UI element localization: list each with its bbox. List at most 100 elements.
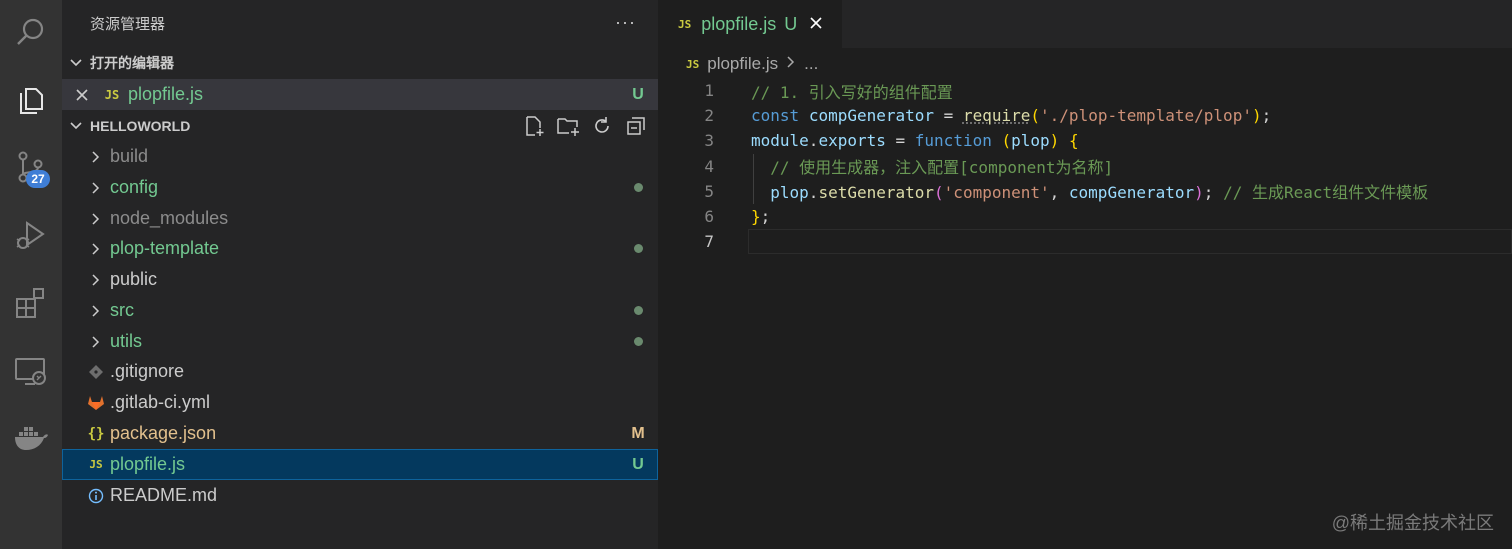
source-control-icon[interactable]: 27	[0, 140, 62, 194]
git-status-dot	[618, 240, 658, 258]
code-line[interactable]: 1 // 1. 引入写好的组件配置	[658, 78, 1512, 103]
tab-plopfile[interactable]: JS plopfile.js U	[658, 0, 842, 48]
code-variable: module	[751, 131, 809, 151]
tree-item-label: package.json	[110, 423, 217, 443]
explorer-sidebar: 资源管理器 ··· 打开的编辑器 JS plopfile.js U HELLOW…	[62, 0, 658, 549]
open-editor-item[interactable]: JS plopfile.js U	[62, 79, 658, 110]
tree-item-label: plop-template	[110, 238, 220, 258]
close-icon[interactable]	[809, 13, 823, 36]
js-file-icon: JS	[686, 57, 700, 71]
chevron-right-icon	[82, 212, 110, 226]
tree-item-public[interactable]: public	[62, 264, 658, 295]
tree-item-build[interactable]: build	[62, 141, 658, 172]
tree-item-readme[interactable]: README.md	[62, 480, 658, 511]
refresh-icon[interactable]	[590, 115, 614, 137]
open-editors-label: 打开的编辑器	[90, 55, 174, 71]
git-status-dot	[618, 179, 658, 197]
code-punct: ,	[1049, 183, 1069, 203]
docker-icon[interactable]	[0, 410, 62, 464]
chevron-down-icon	[62, 56, 90, 70]
run-debug-icon[interactable]	[0, 208, 62, 262]
git-status-dot	[618, 333, 658, 351]
git-icon	[82, 364, 110, 380]
code-line[interactable]: 2 const compGenerator = require('./plop-…	[658, 103, 1512, 128]
code-variable: compGenerator	[808, 106, 935, 126]
code-function: setGenerator	[818, 183, 935, 203]
code-keyword: function	[914, 131, 992, 151]
chevron-right-icon	[82, 273, 110, 287]
tree-item-label: .gitignore	[110, 361, 185, 381]
info-icon	[82, 488, 110, 504]
collapse-all-icon[interactable]	[624, 115, 648, 137]
code-punct: ;	[1261, 106, 1272, 126]
new-folder-icon[interactable]	[556, 115, 580, 137]
line-number: 4	[704, 156, 714, 176]
code-line[interactable]: 3 module.exports = function (plop) {	[658, 128, 1512, 153]
tree-item-label: utils	[110, 331, 143, 351]
tree-item-config[interactable]: config	[62, 172, 658, 203]
files-icon[interactable]	[0, 72, 62, 126]
code-line[interactable]: 4 // 使用生成器，注入配置[component为名称]	[658, 154, 1512, 179]
tree-item-plopfile[interactable]: JS plopfile.js U	[62, 449, 658, 480]
tree-item-gitlab-ci[interactable]: .gitlab-ci.yml	[62, 387, 658, 418]
code-line-current[interactable]: 7	[658, 229, 1512, 255]
tree-item-label: README.md	[110, 485, 218, 505]
chevron-right-icon	[786, 54, 796, 74]
explorer-actions	[522, 115, 648, 137]
code-line[interactable]: 6 };	[658, 204, 1512, 229]
tree-item-label: src	[110, 300, 134, 320]
tree-item-label: build	[110, 146, 149, 166]
line-number: 1	[704, 81, 714, 101]
tab-label: plopfile.js	[701, 13, 777, 34]
line-number: 7	[704, 232, 714, 252]
open-editor-name: plopfile.js	[128, 84, 204, 104]
tree-item-gitignore[interactable]: .gitignore	[62, 356, 658, 387]
editor-area: JS plopfile.js U JS plopfile.js ... 1 //…	[658, 0, 1512, 549]
json-file-icon: {}	[87, 425, 105, 442]
breadcrumb: JS plopfile.js ...	[686, 52, 818, 76]
open-editors-header[interactable]: 打开的编辑器	[62, 48, 658, 78]
remote-explorer-icon[interactable]	[0, 344, 62, 398]
code-punct: ;	[1203, 183, 1214, 203]
js-file-icon: JS	[104, 87, 120, 102]
tree-item-label: node_modules	[110, 208, 229, 228]
search-icon[interactable]	[0, 6, 62, 60]
tree-item-label: .gitlab-ci.yml	[110, 392, 211, 412]
tree-item-package-json[interactable]: {} package.json M	[62, 418, 658, 449]
chevron-right-icon	[82, 335, 110, 349]
code-variable: compGenerator	[1068, 183, 1195, 203]
tree-item-src[interactable]: src	[62, 295, 658, 326]
code-punct: .	[808, 183, 819, 203]
close-icon[interactable]	[62, 88, 102, 102]
git-status-modified: M	[631, 424, 645, 442]
code-param: plop	[1011, 131, 1050, 151]
explorer-title: 资源管理器	[90, 16, 166, 33]
code-operator: =	[885, 131, 915, 151]
code-punct: .	[808, 131, 819, 151]
activity-bar: 27	[0, 0, 62, 549]
more-actions-button[interactable]: ···	[615, 12, 636, 33]
git-status-dot	[618, 302, 658, 320]
code-function: require	[962, 106, 1031, 126]
current-line-highlight	[748, 229, 1512, 255]
source-control-badge: 27	[26, 170, 50, 188]
git-status-untracked: U	[632, 455, 644, 473]
tree-item-plop-template[interactable]: plop-template	[62, 233, 658, 264]
code-line[interactable]: 5 plop.setGenerator('component', compGen…	[658, 179, 1512, 204]
code-property: exports	[818, 131, 886, 151]
breadcrumb-file[interactable]: plopfile.js	[707, 54, 778, 74]
tree-item-label: plopfile.js	[110, 454, 186, 474]
line-number: 6	[704, 207, 714, 227]
tab-git-status: U	[784, 13, 798, 34]
breadcrumb-symbol[interactable]: ...	[804, 54, 818, 74]
extensions-icon[interactable]	[0, 276, 62, 330]
workspace-header[interactable]: HELLOWORLD	[62, 111, 658, 141]
code-editor[interactable]: 1 // 1. 引入写好的组件配置 2 const compGenerator …	[658, 78, 1512, 255]
js-file-icon: JS	[678, 17, 692, 31]
code-punct: ;	[760, 207, 771, 227]
tree-item-utils[interactable]: utils	[62, 326, 658, 357]
tree-item-node-modules[interactable]: node_modules	[62, 203, 658, 234]
workspace-label: HELLOWORLD	[90, 118, 191, 134]
new-file-icon[interactable]	[522, 115, 546, 137]
code-keyword: const	[751, 106, 800, 126]
